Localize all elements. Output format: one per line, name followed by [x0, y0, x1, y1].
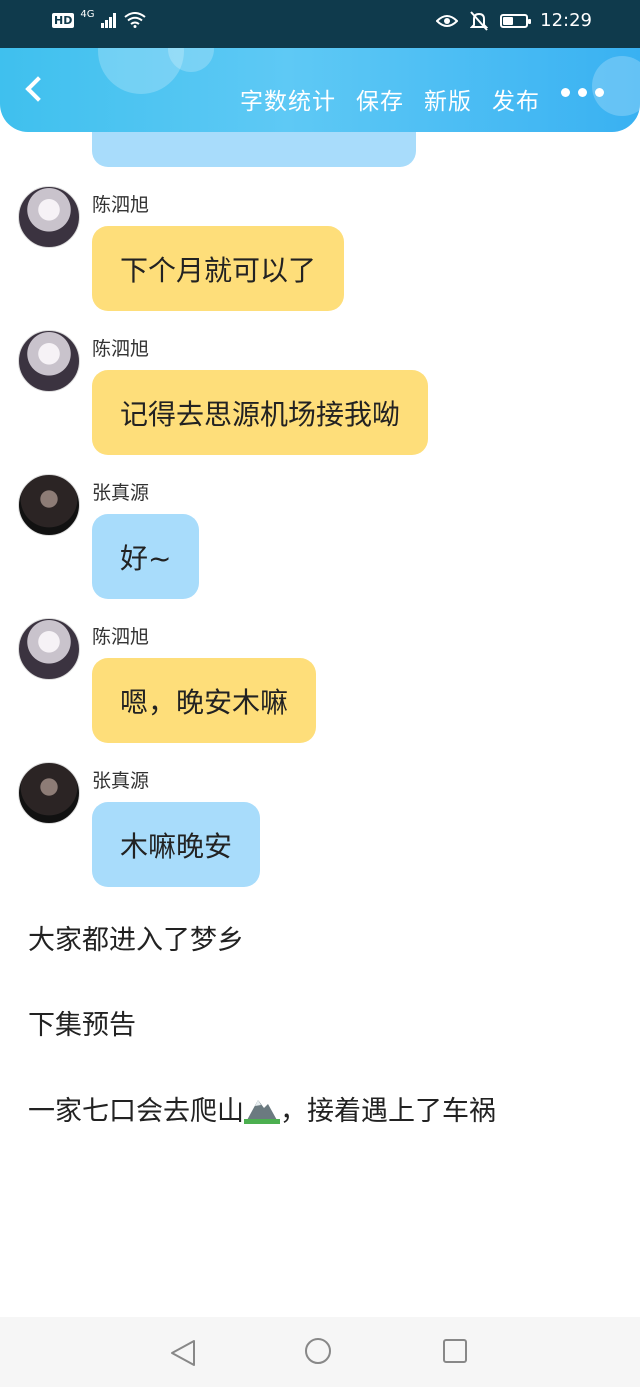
message-bubble[interactable]: 下个月就可以了: [92, 226, 345, 311]
signal-icon: [101, 13, 117, 28]
avatar[interactable]: [18, 762, 80, 824]
hd-indicator: HD: [52, 12, 75, 28]
story-paragraph: 大家都进入了梦乡: [28, 925, 244, 956]
sender-name: 陈泗旭: [92, 626, 150, 648]
more-options-icon[interactable]: [561, 88, 604, 97]
nav-recents-icon[interactable]: [443, 1339, 467, 1363]
battery-level: [503, 16, 514, 25]
battery-icon: [500, 13, 532, 28]
chevron-left-icon: [25, 76, 51, 102]
message-bubble[interactable]: 木嘛晚安: [92, 802, 261, 887]
mountain-icon: [244, 1100, 280, 1124]
nav-home-icon[interactable]: [305, 1338, 331, 1364]
system-navigation-bar: [0, 1317, 640, 1387]
avatar[interactable]: [18, 618, 80, 680]
word-count-button[interactable]: 字数统计: [240, 82, 336, 116]
eye-icon: [436, 14, 459, 27]
story-text: 一家七口会去爬山: [28, 1096, 244, 1127]
sender-name: 张真源: [92, 770, 150, 792]
sender-name: 陈泗旭: [92, 194, 150, 216]
message-bubble[interactable]: 好~: [92, 514, 200, 599]
sender-name: 陈泗旭: [92, 338, 150, 360]
avatar[interactable]: [18, 186, 80, 248]
new-version-button[interactable]: 新版: [424, 82, 472, 116]
story-text: ，接着遇上了车祸: [280, 1096, 496, 1127]
back-button[interactable]: [20, 74, 51, 104]
avatar[interactable]: [18, 330, 80, 392]
editor-header: 字数统计 保存 新版 发布: [0, 48, 640, 132]
mute-bell-icon: [470, 10, 489, 31]
story-paragraph: 下集预告: [28, 1010, 136, 1041]
status-bar: HD 4G 12:29: [0, 0, 640, 48]
avatar[interactable]: [18, 474, 80, 536]
network-type: 4G: [80, 8, 95, 20]
sender-name: 张真源: [92, 482, 150, 504]
nav-back-icon[interactable]: [170, 1339, 196, 1367]
clock: 12:29: [540, 10, 592, 31]
message-bubble[interactable]: 记得去思源机场接我呦: [92, 370, 429, 455]
publish-button[interactable]: 发布: [492, 82, 540, 116]
wifi-icon: [124, 12, 147, 28]
message-bubble[interactable]: 嗯，晚安木嘛: [92, 658, 317, 743]
save-button[interactable]: 保存: [356, 82, 404, 116]
story-paragraph: 一家七口会去爬山 ，接着遇上了车祸: [28, 1089, 496, 1128]
